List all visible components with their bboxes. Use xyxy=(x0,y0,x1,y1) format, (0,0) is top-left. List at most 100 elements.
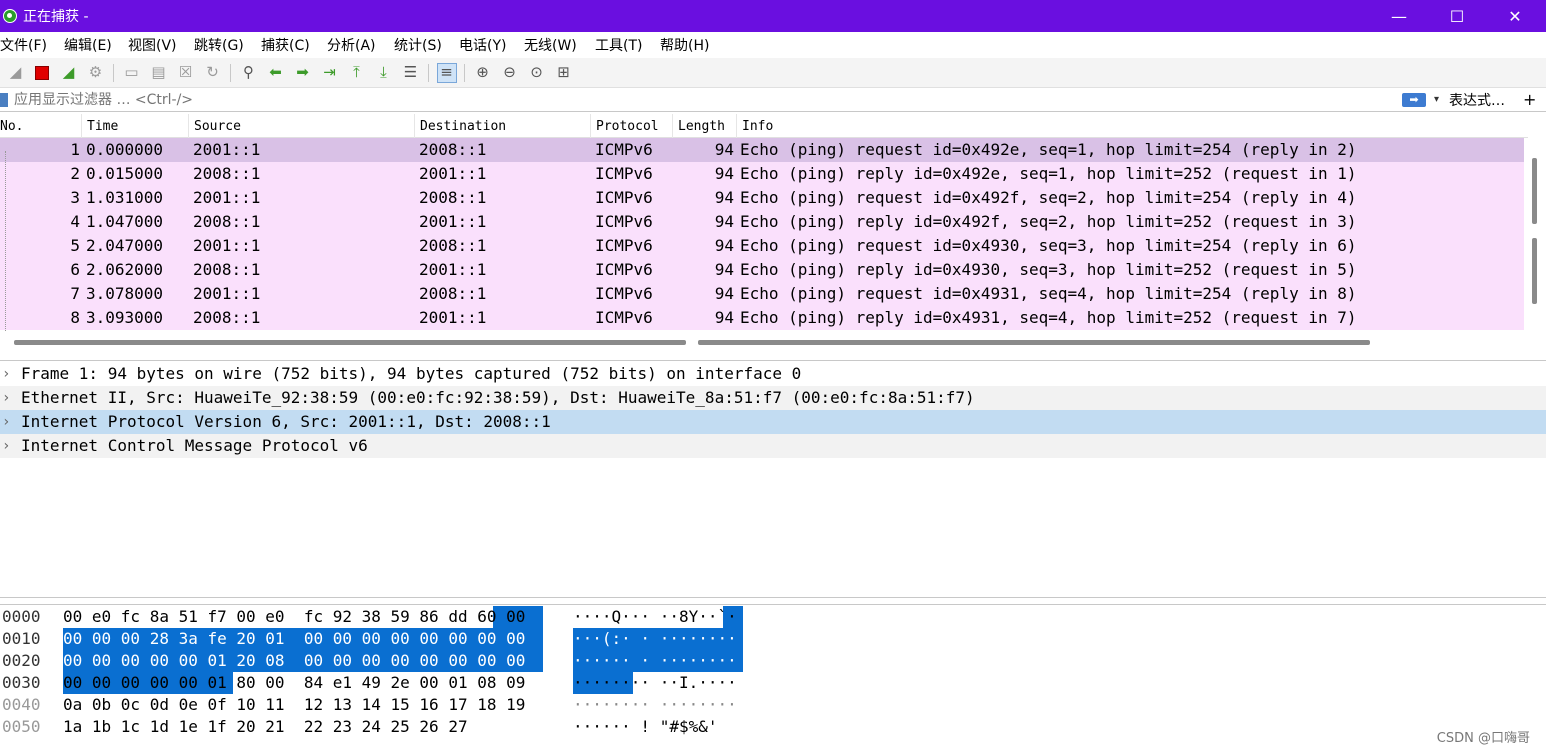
menu-help[interactable]: 帮助(H) xyxy=(660,35,730,55)
expand-arrow-icon[interactable]: › xyxy=(2,362,10,386)
column-header-source[interactable]: Source xyxy=(189,114,415,138)
byte-hex[interactable]: 00 e0 fc 8a 51 f7 00 e0 fc 92 38 59 86 d… xyxy=(63,606,525,628)
menu-go[interactable]: 跳转(G) xyxy=(194,35,261,55)
packet-cell-src: 2008::1 xyxy=(193,308,261,327)
menu-wireless[interactable]: 无线(W) xyxy=(524,35,595,55)
save-file-icon[interactable]: ▤ xyxy=(149,63,169,83)
detail-row-ipv6[interactable]: › Internet Protocol Version 6, Src: 2001… xyxy=(0,410,1546,434)
stop-capture-icon[interactable] xyxy=(35,65,49,80)
packet-list-horizontal-scrollbar[interactable] xyxy=(14,340,686,345)
byte-ascii[interactable]: ······ ! "#$%&' xyxy=(573,716,718,738)
packet-cell-src: 2001::1 xyxy=(193,236,261,255)
packet-row[interactable]: 4 1.047000 2008::1 2001::1 ICMPv6 94 Echo (pin… xyxy=(0,210,1524,234)
menu-analyze[interactable]: 分析(A) xyxy=(327,35,394,55)
packet-cell-no: 5 xyxy=(70,236,80,255)
packet-row[interactable]: 3 1.031000 2001::1 2008::1 ICMPv6 94 Echo (pin… xyxy=(0,186,1524,210)
column-header-destination[interactable]: Destination xyxy=(415,114,591,138)
restart-capture-icon[interactable]: ◢ xyxy=(59,63,79,83)
go-first-icon[interactable]: ⤒ xyxy=(347,63,367,83)
detail-text: Internet Control Message Protocol v6 xyxy=(21,436,368,455)
scrollbar-thumb[interactable] xyxy=(1532,238,1537,304)
byte-ascii[interactable]: ········ ··I.···· xyxy=(573,672,737,694)
byte-offset: 0020 xyxy=(2,651,41,670)
scrollbar-thumb[interactable] xyxy=(1532,158,1537,224)
colorize-icon[interactable]: ≡ xyxy=(436,62,457,83)
packet-row[interactable]: 2 0.015000 2008::1 2001::1 ICMPv6 94 Echo (pin… xyxy=(0,162,1524,186)
maximize-button[interactable]: ☐ xyxy=(1428,0,1486,32)
packet-list-vertical-scrollbar[interactable] xyxy=(1528,138,1546,343)
packet-row[interactable]: 7 3.078000 2001::1 2008::1 ICMPv6 94 Echo (pin… xyxy=(0,282,1524,306)
column-header-no[interactable]: No. xyxy=(0,114,82,138)
open-file-icon[interactable]: ▭ xyxy=(122,63,142,83)
apply-filter-button[interactable]: ➡ xyxy=(1402,92,1426,107)
byte-ascii[interactable]: ···(:· · ········ xyxy=(573,628,737,650)
packet-list-horizontal-scrollbar[interactable] xyxy=(698,340,1370,345)
byte-offset: 0040 xyxy=(2,695,41,714)
minimize-button[interactable]: — xyxy=(1370,0,1428,32)
go-forward-icon[interactable]: ➡ xyxy=(293,63,313,83)
byte-ascii[interactable]: ········ ········ xyxy=(573,694,737,716)
packet-row[interactable]: 5 2.047000 2001::1 2008::1 ICMPv6 94 Echo (pin… xyxy=(0,234,1524,258)
menu-edit[interactable]: 编辑(E) xyxy=(64,35,128,55)
byte-ascii[interactable]: ······ · ········ xyxy=(573,650,737,672)
packet-cell-len: 94 xyxy=(714,236,734,255)
packet-row[interactable]: 6 2.062000 2008::1 2001::1 ICMPv6 94 Echo (pin… xyxy=(0,258,1524,282)
byte-hex[interactable]: 0a 0b 0c 0d 0e 0f 10 11 12 13 14 15 16 1… xyxy=(63,694,525,716)
menu-telephony[interactable]: 电话(Y) xyxy=(459,35,524,55)
byte-hex[interactable]: 00 00 00 00 00 01 20 08 00 00 00 00 00 0… xyxy=(63,650,525,672)
byte-hex[interactable]: 00 00 00 28 3a fe 20 01 00 00 00 00 00 0… xyxy=(63,628,525,650)
go-back-icon[interactable]: ⬅ xyxy=(266,63,286,83)
shark-fin-icon[interactable]: ◢ xyxy=(6,63,26,83)
resize-columns-icon[interactable]: ⊞ xyxy=(554,63,574,83)
packet-cell-no: 2 xyxy=(70,164,80,183)
menu-statistics[interactable]: 统计(S) xyxy=(394,35,459,55)
packet-cell-src: 2001::1 xyxy=(193,284,261,303)
watermark: CSDN @口嗨哥 xyxy=(1436,731,1530,746)
packet-row[interactable]: 1 0.000000 2001::1 2008::1 ICMPv6 94 Echo (pin… xyxy=(0,138,1524,162)
close-file-icon[interactable]: ☒ xyxy=(176,63,196,83)
packet-cell-proto: ICMPv6 xyxy=(595,308,653,327)
zoom-normal-icon[interactable]: ⊙ xyxy=(527,63,547,83)
byte-hex[interactable]: 1a 1b 1c 1d 1e 1f 20 21 22 23 24 25 26 2… xyxy=(63,716,468,738)
packet-cell-info: Echo (ping) request id=0x492e, seq=1, ho… xyxy=(740,140,1357,159)
packet-list: No. Time Source Destination Protocol Len… xyxy=(0,114,1546,354)
reload-file-icon[interactable]: ↻ xyxy=(203,63,223,83)
go-to-packet-icon[interactable]: ⇥ xyxy=(320,63,340,83)
expression-button[interactable]: 表达式… xyxy=(1449,90,1505,110)
autoscroll-icon[interactable]: ☰ xyxy=(401,63,421,83)
column-header-protocol[interactable]: Protocol xyxy=(591,114,673,138)
add-filter-button[interactable]: + xyxy=(1523,90,1536,109)
column-header-info[interactable]: Info xyxy=(737,114,1528,138)
zoom-in-icon[interactable]: ⊕ xyxy=(473,63,493,83)
go-last-icon[interactable]: ⤓ xyxy=(374,63,394,83)
filter-bookmark-icon[interactable] xyxy=(0,92,8,107)
close-button[interactable]: ✕ xyxy=(1486,0,1544,32)
column-header-length[interactable]: Length xyxy=(673,114,737,138)
packet-cell-no: 4 xyxy=(70,212,80,231)
find-packet-icon[interactable]: ⚲ xyxy=(239,63,259,83)
expand-arrow-icon[interactable]: › xyxy=(2,434,10,458)
filter-history-dropdown-icon[interactable]: ▾ xyxy=(1434,94,1439,105)
expand-arrow-icon[interactable]: › xyxy=(2,386,10,410)
display-filter-input[interactable] xyxy=(14,89,1399,110)
menu-tools[interactable]: 工具(T) xyxy=(595,35,660,55)
packet-row[interactable]: 8 3.093000 2008::1 2001::1 ICMPv6 94 Echo (pin… xyxy=(0,306,1524,330)
packet-bytes: 0000 00 e0 fc 8a 51 f7 00 e0 fc 92 38 59… xyxy=(0,604,1546,754)
packet-cell-info: Echo (ping) reply id=0x492f, seq=2, hop … xyxy=(740,212,1357,231)
related-packets-line xyxy=(5,151,6,331)
packet-list-header: No. Time Source Destination Protocol Len… xyxy=(0,114,1528,138)
byte-ascii[interactable]: ····Q··· ··8Y··`· xyxy=(573,606,737,628)
detail-row-frame[interactable]: › Frame 1: 94 bytes on wire (752 bits), … xyxy=(0,362,1546,386)
detail-row-icmpv6[interactable]: › Internet Control Message Protocol v6 xyxy=(0,434,1546,458)
column-header-time[interactable]: Time xyxy=(82,114,189,138)
capture-options-icon[interactable]: ⚙ xyxy=(86,63,106,83)
menu-view[interactable]: 视图(V) xyxy=(128,35,194,55)
title-bar: 正在捕获 - — ☐ ✕ xyxy=(0,0,1546,32)
packet-cell-no: 1 xyxy=(70,140,80,159)
detail-row-ethernet[interactable]: › Ethernet II, Src: HuaweiTe_92:38:59 (0… xyxy=(0,386,1546,410)
menu-capture[interactable]: 捕获(C) xyxy=(261,35,327,55)
zoom-out-icon[interactable]: ⊖ xyxy=(500,63,520,83)
byte-hex[interactable]: 00 00 00 00 00 01 80 00 84 e1 49 2e 00 0… xyxy=(63,672,525,694)
menu-file[interactable]: 文件(F) xyxy=(0,35,64,55)
expand-arrow-icon[interactable]: › xyxy=(2,410,10,434)
